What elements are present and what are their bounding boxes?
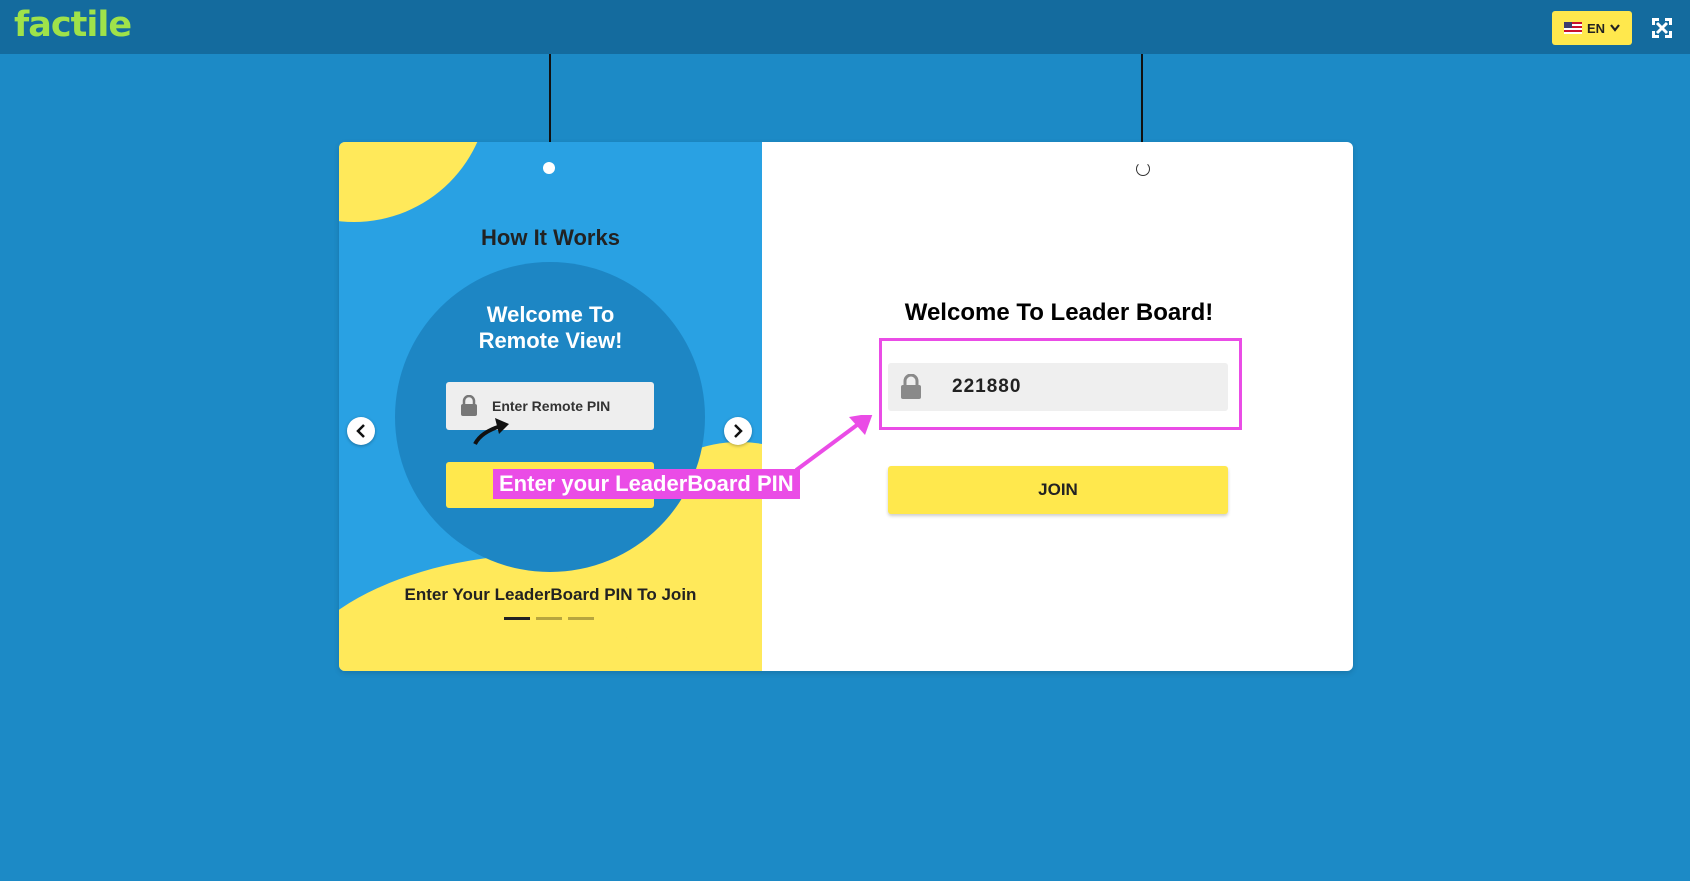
slide-heading-line1: Welcome To <box>486 302 615 327</box>
annotation-arrow-icon <box>795 415 873 473</box>
carousel-dot-2[interactable] <box>536 617 562 620</box>
carousel-prev-button[interactable] <box>347 417 375 445</box>
slide-heading-line2: Remote View! <box>478 328 623 353</box>
us-flag-icon <box>1563 22 1582 34</box>
curved-arrow-icon <box>473 418 509 445</box>
chevron-down-icon <box>1610 24 1620 32</box>
carousel-caption: Enter Your LeaderBoard PIN To Join <box>404 585 697 604</box>
pin-highlight-box <box>879 338 1242 430</box>
chevron-left-icon <box>356 424 365 438</box>
top-bar: factile EN <box>0 0 1690 54</box>
how-it-works-panel: How It Works Welcome To Remote View! Ent… <box>339 142 762 671</box>
slide-heading: Welcome To Remote View! <box>339 302 762 354</box>
hanging-hole <box>543 162 555 174</box>
carousel-next-button[interactable] <box>724 417 752 445</box>
language-selector[interactable]: EN <box>1552 11 1632 45</box>
leaderboard-title: Welcome To Leader Board! <box>904 299 1214 326</box>
carousel-dot-1[interactable] <box>504 617 530 620</box>
join-button[interactable]: JOIN <box>888 466 1228 514</box>
fullscreen-icon[interactable] <box>1650 16 1674 40</box>
chevron-right-icon <box>734 424 743 438</box>
carousel-dots <box>504 617 594 620</box>
decorative-blob <box>339 142 489 222</box>
language-label: EN <box>1586 20 1606 36</box>
factile-logo[interactable]: factile <box>14 5 132 45</box>
carousel-dot-3[interactable] <box>568 617 594 620</box>
annotation-label: Enter your LeaderBoard PIN <box>493 469 800 499</box>
how-it-works-title: How It Works <box>481 225 620 250</box>
hanging-hole <box>1136 162 1150 176</box>
